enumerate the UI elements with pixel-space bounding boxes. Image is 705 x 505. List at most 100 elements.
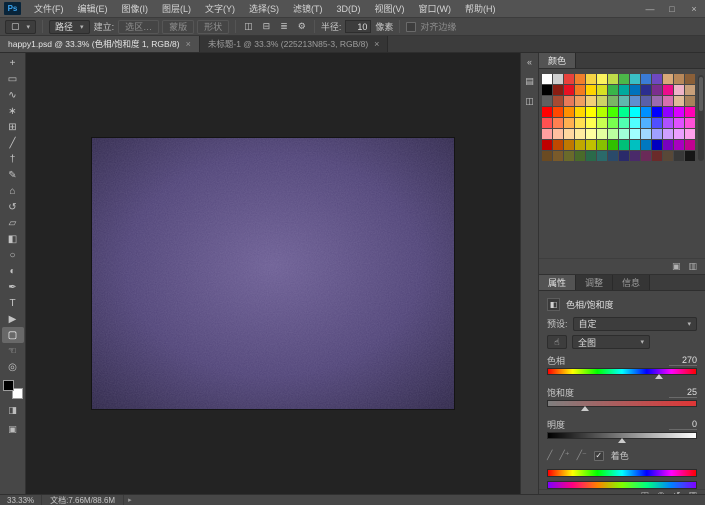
- color-swatch[interactable]: [586, 85, 596, 95]
- color-swatch[interactable]: [630, 140, 640, 150]
- color-swatch[interactable]: [652, 118, 662, 128]
- color-swatch[interactable]: [641, 140, 651, 150]
- color-swatch[interactable]: [663, 140, 673, 150]
- color-swatch[interactable]: [553, 129, 563, 139]
- color-swatch[interactable]: [575, 74, 585, 84]
- color-swatch[interactable]: [674, 140, 684, 150]
- clone-stamp-tool[interactable]: ⌂: [2, 183, 24, 199]
- path-operations-icon[interactable]: ◫: [242, 21, 255, 32]
- color-swatch[interactable]: [652, 151, 662, 161]
- new-swatch-icon[interactable]: ▣: [672, 261, 681, 272]
- color-swatch[interactable]: [608, 151, 618, 161]
- scrollbar-thumb[interactable]: [699, 77, 703, 111]
- color-swatch[interactable]: [575, 140, 585, 150]
- color-swatch[interactable]: [641, 151, 651, 161]
- quick-mask-button[interactable]: ◨: [2, 403, 24, 418]
- rounded-rectangle-shape-tool[interactable]: ▢: [2, 327, 24, 343]
- color-swatch[interactable]: [575, 96, 585, 106]
- menu-item[interactable]: 图像(I): [115, 0, 156, 17]
- color-swatch[interactable]: [674, 151, 684, 161]
- colorize-checkbox[interactable]: ✓: [594, 451, 604, 461]
- panel-tab[interactable]: 调整: [576, 275, 613, 290]
- menu-item[interactable]: 选择(S): [242, 0, 286, 17]
- hand-tool[interactable]: ☜: [2, 343, 24, 359]
- saturation-value[interactable]: 25: [669, 387, 697, 398]
- color-swatch[interactable]: [685, 140, 695, 150]
- color-swatch[interactable]: [641, 96, 651, 106]
- color-swatch[interactable]: [674, 129, 684, 139]
- color-swatch[interactable]: [619, 151, 629, 161]
- quick-selection-tool[interactable]: ∗: [2, 103, 24, 119]
- make-button[interactable]: 形状: [197, 20, 229, 34]
- color-swatch[interactable]: [597, 107, 607, 117]
- tab-close-icon[interactable]: ×: [374, 39, 379, 49]
- preset-dropdown[interactable]: 自定 ▾: [573, 317, 697, 331]
- color-swatch[interactable]: [586, 96, 596, 106]
- move-tool[interactable]: +: [2, 55, 24, 71]
- collapsed-panel-icon-a[interactable]: ▤: [525, 76, 534, 87]
- color-swatch[interactable]: [564, 151, 574, 161]
- color-swatch[interactable]: [553, 140, 563, 150]
- color-swatch[interactable]: [608, 74, 618, 84]
- color-swatch[interactable]: [542, 129, 552, 139]
- color-swatch[interactable]: [553, 96, 563, 106]
- color-swatch[interactable]: [608, 96, 618, 106]
- type-tool[interactable]: T: [2, 295, 24, 311]
- color-swatch[interactable]: [575, 107, 585, 117]
- color-swatch[interactable]: [608, 140, 618, 150]
- color-swatch[interactable]: [674, 107, 684, 117]
- menu-item[interactable]: 帮助(H): [458, 0, 503, 17]
- color-swatch[interactable]: [564, 129, 574, 139]
- saturation-slider-track[interactable]: [547, 400, 697, 407]
- color-swatch[interactable]: [586, 129, 596, 139]
- color-swatch[interactable]: [619, 129, 629, 139]
- color-swatch[interactable]: [674, 118, 684, 128]
- color-swatch[interactable]: [674, 96, 684, 106]
- color-swatch[interactable]: [586, 118, 596, 128]
- color-swatch[interactable]: [663, 74, 673, 84]
- make-button[interactable]: 选区…: [118, 20, 159, 34]
- history-brush-tool[interactable]: ↺: [2, 199, 24, 215]
- color-swatch[interactable]: [542, 96, 552, 106]
- hue-slider-thumb[interactable]: [655, 374, 663, 379]
- collapsed-panel-icon-b[interactable]: ◫: [525, 96, 534, 107]
- color-swatch[interactable]: [553, 74, 563, 84]
- close-button[interactable]: ×: [683, 0, 705, 18]
- color-swatch[interactable]: [619, 74, 629, 84]
- color-swatch[interactable]: [674, 85, 684, 95]
- color-swatch[interactable]: [553, 85, 563, 95]
- color-swatch[interactable]: [641, 107, 651, 117]
- lightness-value[interactable]: 0: [669, 419, 697, 430]
- document-canvas-image[interactable]: [92, 138, 454, 409]
- color-swatch[interactable]: [663, 129, 673, 139]
- color-swatch[interactable]: [652, 96, 662, 106]
- gradient-tool[interactable]: ◧: [2, 231, 24, 247]
- channel-dropdown[interactable]: 全图 ▾: [572, 335, 650, 349]
- color-swatch[interactable]: [608, 85, 618, 95]
- rectangular-marquee-tool[interactable]: ▭: [2, 71, 24, 87]
- color-swatch[interactable]: [663, 118, 673, 128]
- align-edges-checkbox[interactable]: ✓: [406, 22, 416, 32]
- menu-item[interactable]: 滤镜(T): [286, 0, 330, 17]
- color-swatch[interactable]: [652, 107, 662, 117]
- color-swatch[interactable]: [685, 118, 695, 128]
- saturation-slider-thumb[interactable]: [581, 406, 589, 411]
- menu-item[interactable]: 图层(L): [155, 0, 198, 17]
- tool-preset-picker[interactable]: ▢ ▾: [5, 20, 36, 34]
- panel-tab[interactable]: 信息: [613, 275, 650, 290]
- lasso-tool[interactable]: ∿: [2, 87, 24, 103]
- color-swatch[interactable]: [674, 74, 684, 84]
- color-swatch[interactable]: [575, 118, 585, 128]
- targeted-adjustment-button[interactable]: ☝: [547, 335, 567, 349]
- color-swatch[interactable]: [630, 118, 640, 128]
- color-swatch[interactable]: [685, 129, 695, 139]
- color-swatch[interactable]: [608, 107, 618, 117]
- tab-color[interactable]: 颜色: [539, 53, 576, 68]
- color-swatch[interactable]: [630, 129, 640, 139]
- color-swatch[interactable]: [619, 85, 629, 95]
- color-swatch[interactable]: [564, 85, 574, 95]
- color-swatch[interactable]: [685, 151, 695, 161]
- healing-brush-tool[interactable]: †: [2, 151, 24, 167]
- color-swatch[interactable]: [542, 107, 552, 117]
- color-swatch[interactable]: [619, 118, 629, 128]
